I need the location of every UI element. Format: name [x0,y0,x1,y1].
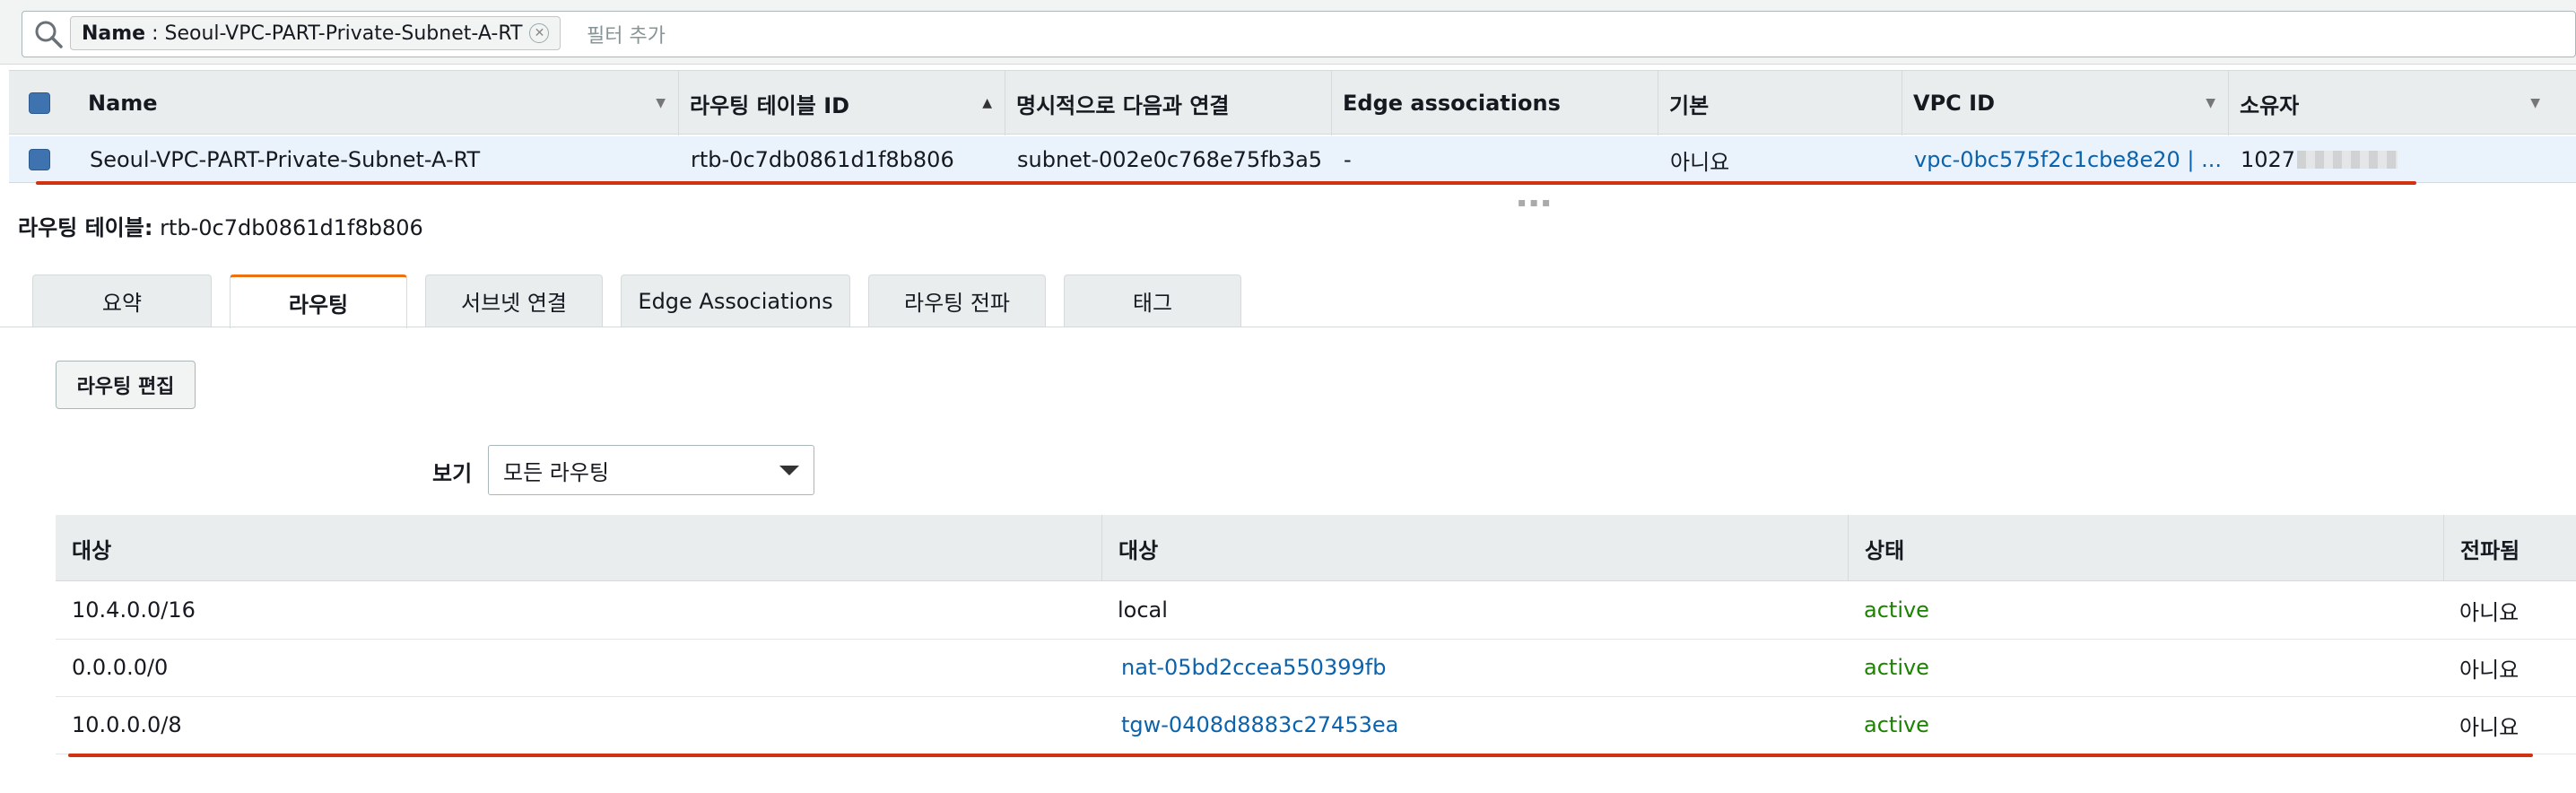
filter-token-key: Name [82,22,146,45]
tab-summary-label: 요약 [101,291,143,316]
col-vpc-label: VPC ID [1913,91,1995,116]
col-status-label: 상태 [1865,537,1905,563]
detail-label: 라우팅 테이블: [18,215,153,240]
detail-title: 라우팅 테이블: rtb-0c7db0861d1f8b806 [18,210,423,241]
col-route-table-id[interactable]: 라우팅 테이블 ID ▲ [678,71,1005,135]
cell-main: 아니요 [1670,149,1730,175]
cell-owner: 1027 [2228,136,2497,183]
routes-header: 대상 대상 상태 전파됨 [56,515,2576,581]
col-explicit-label: 명시적으로 다음과 연결 [1016,92,1230,118]
tab-subnet-label: 서브넷 연결 [460,291,568,316]
sort-down-icon: ▼ [656,96,666,110]
col-target-label: 대상 [1118,537,1159,563]
resize-handle[interactable]: ▪▪▪ [1518,196,1553,210]
col-explicit-association[interactable]: 명시적으로 다음과 연결 [1005,71,1331,135]
col-id-label: 라우팅 테이블 ID [690,92,850,118]
col-target: 대상 [1101,515,1848,581]
owner-value: 1027 [2241,147,2296,172]
cell-name: Seoul-VPC-PART-Private-Subnet-A-RT [90,147,481,172]
add-filter-placeholder[interactable]: 필터 추가 [587,20,666,48]
select-all-checkbox[interactable] [29,92,50,114]
route-destination: 10.4.0.0/16 [72,597,196,623]
row-checkbox[interactable] [29,149,50,170]
route-status: active [1864,597,1929,623]
col-vpc-id[interactable]: VPC ID ▼ [1902,71,2228,135]
tab-routes[interactable]: 라우팅 [230,274,407,328]
view-select[interactable]: 모든 라우팅 [488,445,814,495]
route-tables-header: Name ▼ 라우팅 테이블 ID ▲ 명시적으로 다음과 연결 Edge as… [9,70,2576,135]
table-row: 10.4.0.0/16 local active 아니요 [56,581,2576,640]
tab-summary[interactable]: 요약 [32,274,212,327]
detail-route-table-id: rtb-0c7db0861d1f8b806 [160,215,423,240]
tab-edge-associations[interactable]: Edge Associations [621,274,850,327]
filter-token-separator: : [145,22,165,45]
tab-tags-label: 태그 [1132,291,1173,316]
route-propagated: 아니요 [2459,657,2519,683]
col-owner[interactable]: 소유자 ▼ [2228,71,2576,135]
search-icon [35,21,63,48]
route-propagated: 아니요 [2459,599,2519,625]
redacted-owner [2297,151,2398,169]
filter-token-value: Seoul-VPC-PART-Private-Subnet-A-RT [164,22,523,45]
col-edge-associations[interactable]: Edge associations [1331,71,1658,135]
table-row[interactable]: Seoul-VPC-PART-Private-Subnet-A-RT rtb-0… [9,136,2576,183]
col-destination: 대상 [56,515,1101,581]
route-destination: 0.0.0.0/0 [72,655,169,680]
col-main-label: 기본 [1669,92,1710,118]
view-select-value: 모든 라우팅 [503,459,610,485]
route-propagated: 아니요 [2459,714,2519,740]
vpc-id-link[interactable]: vpc-0bc575f2c1cbe8e20 | ... [1902,136,2228,183]
col-main[interactable]: 기본 [1658,71,1902,135]
sort-down-icon: ▼ [2530,96,2540,110]
cell-explicit-association: subnet-002e0c768e75fb3a5 [1017,147,1323,172]
col-name[interactable]: Name ▼ [77,71,678,135]
col-status: 상태 [1848,515,2443,581]
sort-down-icon: ▼ [2206,96,2215,110]
col-edge-label: Edge associations [1343,91,1561,116]
highlight-underline [68,754,2533,757]
cell-route-table-id: rtb-0c7db0861d1f8b806 [691,147,954,172]
route-target-link[interactable]: tgw-0408d8883c27453ea [1105,696,1398,754]
col-propagated-label: 전파됨 [2460,537,2520,563]
tab-propagation-label: 라우팅 전파 [903,291,1011,316]
edit-routes-button[interactable]: 라우팅 편집 [56,361,196,409]
filter-token[interactable]: Name : Seoul-VPC-PART-Private-Subnet-A-R… [70,16,561,50]
route-destination: 10.0.0.0/8 [72,712,182,737]
table-row: 10.0.0.0/8 tgw-0408d8883c27453ea active … [56,696,2576,754]
route-status: active [1864,655,1929,680]
route-target: local [1118,597,1168,623]
sort-up-icon: ▲ [982,96,992,110]
route-target-link[interactable]: nat-05bd2ccea550399fb [1105,639,1386,696]
route-status: active [1864,712,1929,737]
tab-edge-label: Edge Associations [638,288,833,314]
tab-routes-label: 라우팅 [288,292,349,318]
col-name-label: Name [88,91,158,116]
table-row: 0.0.0.0/0 nat-05bd2ccea550399fb active 아… [56,639,2576,697]
col-owner-label: 소유자 [2240,92,2300,118]
tab-subnet-associations[interactable]: 서브넷 연결 [425,274,603,327]
dropdown-arrow-icon [779,466,799,475]
view-label: 보기 [432,461,473,486]
cell-edge-associations: - [1344,147,1352,172]
highlight-underline [36,181,2416,185]
col-propagated: 전파됨 [2443,515,2576,581]
col-destination-label: 대상 [72,537,112,563]
tab-route-propagation[interactable]: 라우팅 전파 [868,274,1046,327]
close-circle-icon[interactable]: ✕ [529,23,550,43]
tab-tags[interactable]: 태그 [1064,274,1241,327]
